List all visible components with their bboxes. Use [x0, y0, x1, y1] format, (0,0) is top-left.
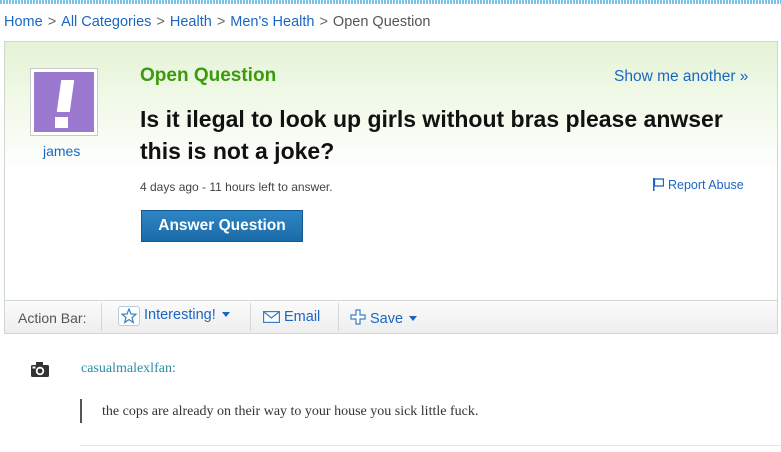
flag-icon — [652, 178, 665, 194]
plus-icon — [350, 309, 366, 329]
asker-name-link[interactable]: james — [43, 143, 80, 159]
breadcrumb-all-categories[interactable]: All Categories — [61, 14, 151, 30]
mail-icon — [263, 311, 281, 327]
answer-question-button[interactable]: Answer Question — [141, 210, 303, 242]
chevron-down-icon — [409, 316, 418, 321]
breadcrumb-health[interactable]: Health — [170, 14, 212, 30]
breadcrumb-mens-health[interactable]: Men's Health — [230, 14, 314, 30]
breadcrumb-separator: > — [156, 14, 165, 30]
report-abuse-label: Report Abuse — [668, 178, 744, 192]
breadcrumb-current: Open Question — [332, 14, 431, 30]
interesting-label: Interesting! — [144, 307, 216, 323]
breadcrumb-separator: > — [319, 14, 328, 30]
email-label: Email — [284, 309, 321, 325]
divider — [80, 445, 781, 446]
save-label: Save — [370, 311, 404, 327]
save-button[interactable]: Save — [350, 309, 418, 329]
action-bar-label: Action Bar: — [18, 310, 87, 326]
breadcrumb-home[interactable]: Home — [4, 14, 43, 30]
quote-bar — [80, 399, 82, 423]
exclamation-avatar-icon — [34, 72, 94, 132]
show-another-link[interactable]: Show me another » — [614, 68, 748, 86]
question-status: Open Question — [140, 65, 277, 86]
breadcrumb-separator: > — [47, 14, 57, 30]
divider — [250, 303, 251, 331]
comment-text: the cops are already on their way to you… — [102, 404, 479, 419]
divider — [101, 303, 102, 331]
breadcrumb-separator: > — [216, 14, 226, 30]
breadcrumb: Home > All Categories > Health > Men's Health >… — [4, 14, 430, 30]
action-bar: Action Bar: Interesting! Email Save — [4, 301, 778, 334]
question-meta: 4 days ago - 11 hours left to answer. — [140, 180, 333, 194]
report-abuse-link[interactable]: Report Abuse — [652, 178, 744, 194]
interesting-button[interactable]: Interesting! — [118, 306, 230, 326]
camera-icon — [30, 361, 50, 383]
divider — [338, 303, 339, 331]
avatar[interactable] — [30, 68, 98, 136]
question-title: Is it ilegal to look up girls without br… — [140, 106, 723, 164]
email-button[interactable]: Email — [263, 309, 320, 327]
commenter-name-link[interactable]: casualmalexlfan: — [81, 361, 176, 377]
top-dotted-line — [0, 0, 781, 4]
chevron-down-icon — [221, 312, 230, 317]
star-icon — [118, 306, 140, 326]
